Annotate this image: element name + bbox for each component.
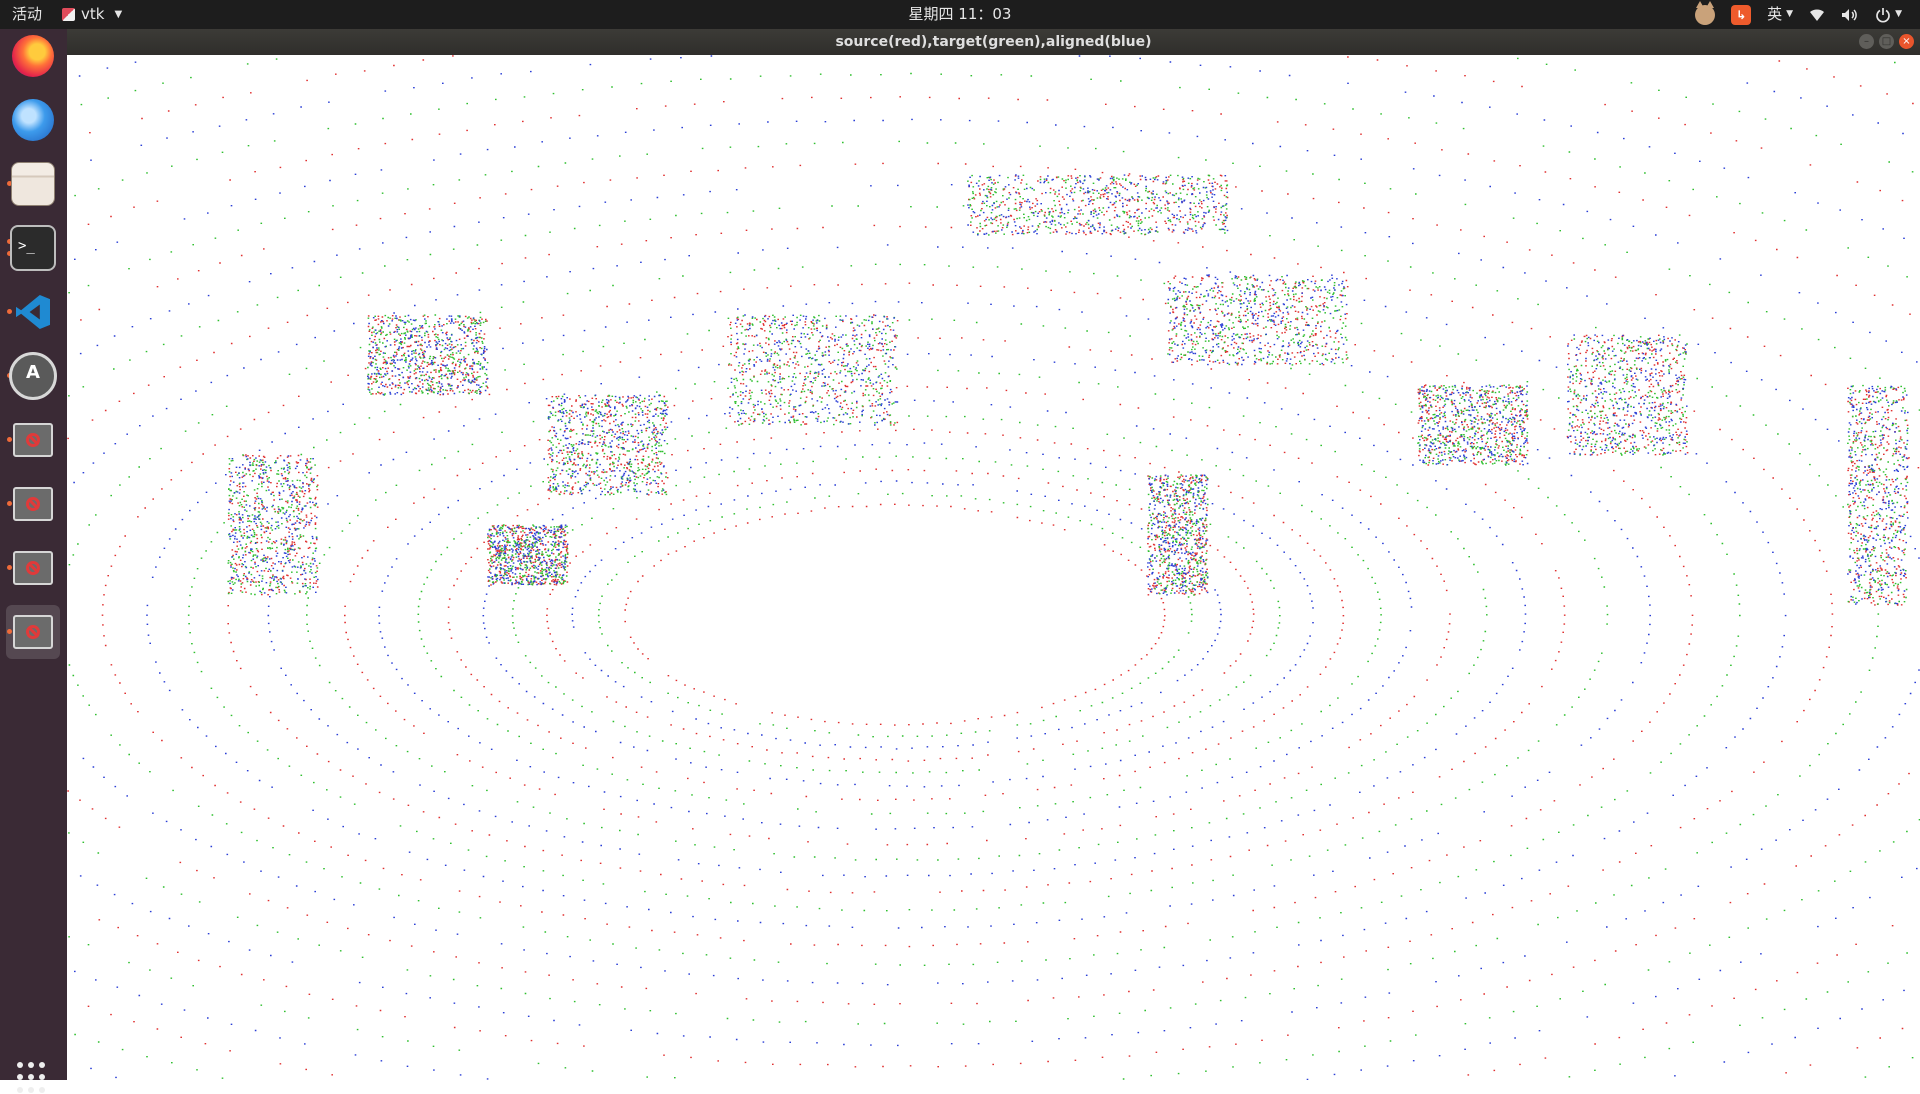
vscode-icon: [12, 291, 54, 333]
show-applications-button[interactable]: [17, 1062, 49, 1094]
software-updater-icon: A: [9, 352, 57, 400]
thunderbird-icon: [12, 99, 54, 141]
blocked-app-icon: [13, 615, 53, 649]
dock-software-updater[interactable]: A: [6, 349, 60, 403]
files-icon: [11, 162, 55, 206]
dock-terminal[interactable]: >_: [6, 221, 60, 275]
close-button[interactable]: ×: [1899, 34, 1914, 49]
dock-files[interactable]: [6, 157, 60, 211]
blocked-app-icon: [13, 551, 53, 585]
running-indicator: [7, 565, 12, 570]
point-cloud-canvas[interactable]: [67, 55, 1920, 1080]
dock-thunderbird[interactable]: [6, 93, 60, 147]
sensor-blind-zone: [647, 520, 1147, 710]
minimize-button[interactable]: –: [1859, 34, 1874, 49]
chevron-down-icon: ▼: [1895, 9, 1902, 19]
running-indicator: [7, 501, 12, 506]
dock-firefox[interactable]: [6, 29, 60, 83]
wifi-icon[interactable]: [1809, 0, 1825, 29]
blocked-app-icon: [13, 487, 53, 521]
power-icon[interactable]: ▼: [1875, 0, 1902, 29]
maximize-button[interactable]: □: [1879, 34, 1894, 49]
blocked-app-icon: [13, 423, 53, 457]
dock: >_ A: [0, 29, 67, 1093]
input-method-label: 英: [1767, 5, 1783, 23]
dock-blocked-app-4[interactable]: [6, 605, 60, 659]
system-tray: ↳ 英 ▼ ▼: [1695, 0, 1902, 29]
firefox-icon: [12, 35, 54, 77]
running-indicator: [7, 437, 12, 442]
window-titlebar[interactable]: source(red),target(green),aligned(blue) …: [67, 29, 1920, 55]
window-controls: – □ ×: [1859, 34, 1914, 49]
top-bar: 活动 vtk ▼ 星期四 11：03 ↳ 英 ▼ ▼: [0, 0, 1920, 29]
cat-app-icon[interactable]: [1695, 0, 1716, 29]
dock-blocked-app-1[interactable]: [6, 413, 60, 467]
clock[interactable]: 星期四 11：03: [0, 0, 1920, 29]
terminal-icon: >_: [10, 225, 56, 271]
chevron-down-icon: ▼: [1786, 9, 1794, 19]
running-indicator: [7, 629, 12, 634]
dock-vscode[interactable]: [6, 285, 60, 339]
input-method-menu[interactable]: 英 ▼: [1767, 0, 1793, 29]
volume-icon[interactable]: [1841, 0, 1859, 29]
vtk-render-viewport[interactable]: [67, 55, 1920, 1080]
red-app-icon[interactable]: ↳: [1731, 0, 1752, 29]
dock-blocked-app-2[interactable]: [6, 477, 60, 531]
window-title: source(red),target(green),aligned(blue): [835, 34, 1152, 50]
dock-blocked-app-3[interactable]: [6, 541, 60, 595]
